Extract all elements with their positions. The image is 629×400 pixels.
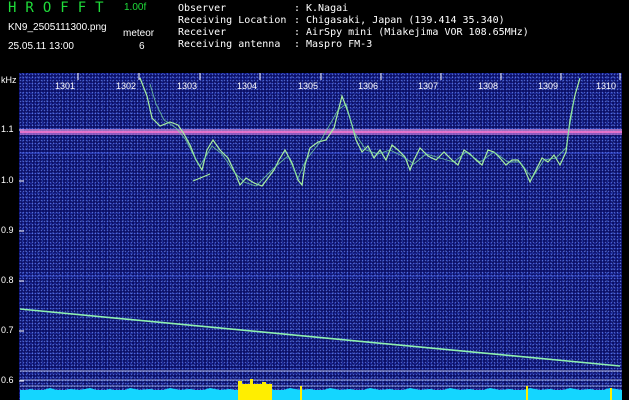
- meteor-echo-spike: [262, 382, 266, 400]
- meteor-echo-small: [300, 386, 302, 400]
- meteor-echo: [240, 384, 272, 400]
- meteor-echo-spike: [238, 381, 242, 400]
- y-ticks: [19, 129, 24, 382]
- meteor-echo-small: [526, 386, 528, 400]
- plot-overlay: [19, 73, 622, 400]
- bottom-band-noise: [20, 388, 622, 400]
- meteor-echo-spike: [250, 379, 253, 400]
- trace-fragment: [192, 173, 211, 182]
- meteor-echo-small: [610, 388, 612, 400]
- x-ticks: [77, 73, 621, 80]
- doppler-trace: [19, 308, 621, 367]
